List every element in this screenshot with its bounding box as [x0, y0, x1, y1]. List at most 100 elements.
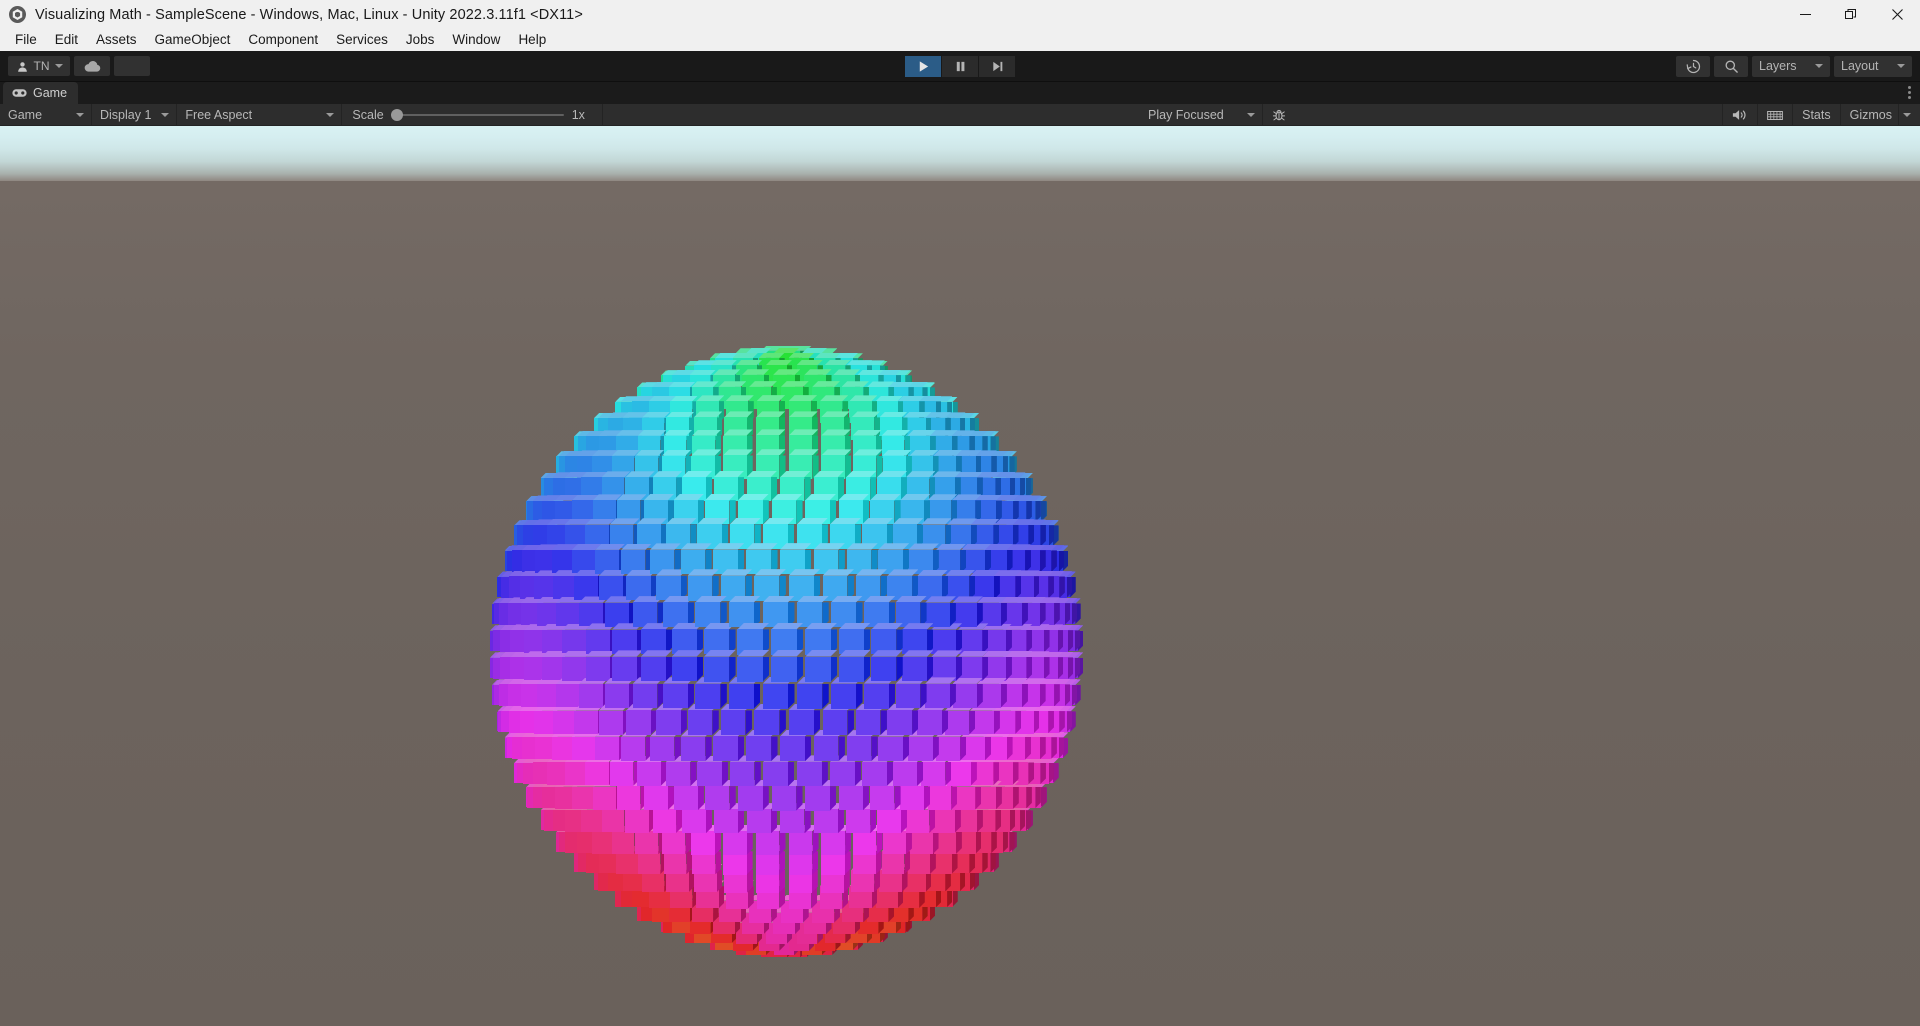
cube-face-front — [878, 736, 903, 762]
cube-face-front — [643, 786, 668, 811]
cube-face-front — [621, 736, 646, 761]
extra-toolbar-button[interactable] — [114, 56, 150, 76]
scene-cube — [917, 704, 949, 735]
tab-game-label: Game — [33, 86, 68, 100]
play-mode-dropdown[interactable]: Play Focused — [1140, 104, 1262, 126]
cube-face-side — [912, 710, 919, 735]
gizmos-dropdown[interactable] — [1898, 104, 1920, 126]
cube-face-side — [1033, 710, 1040, 734]
mute-audio-button[interactable] — [1722, 104, 1757, 126]
layout-label: Layout — [1841, 59, 1879, 73]
bug-icon — [1272, 109, 1286, 120]
aspect-ratio-label: Free Aspect — [185, 107, 253, 122]
cube-face-front — [611, 831, 635, 854]
menu-item-edit[interactable]: Edit — [46, 29, 87, 51]
scene-cube — [952, 596, 983, 627]
cube-face-side — [1020, 810, 1026, 832]
game-view-toolbar: Game Display 1 Free Aspect Scale 1x Play… — [0, 103, 1920, 126]
cube-face-side — [995, 809, 1002, 832]
scale-slider-handle[interactable] — [390, 108, 403, 121]
layers-dropdown[interactable]: Layers — [1752, 55, 1830, 77]
scene-cube — [831, 677, 863, 709]
restore-button[interactable] — [1828, 0, 1874, 29]
cube-face-side — [1002, 831, 1008, 853]
kebab-menu-icon — [1908, 96, 1911, 99]
cube-face-side — [762, 656, 770, 682]
cube-face-side — [1040, 550, 1046, 573]
search-button[interactable] — [1714, 55, 1748, 77]
cube-face-side — [970, 762, 977, 786]
menu-item-gameobject[interactable]: GameObject — [146, 29, 240, 51]
scene-cube — [737, 649, 770, 682]
cube-face-side — [685, 831, 692, 855]
cube-face-side — [705, 809, 713, 834]
cube-face-side — [880, 710, 887, 735]
stats-button[interactable]: Stats — [1792, 104, 1840, 126]
scene-cube — [771, 649, 804, 682]
cube-face-side — [829, 786, 837, 811]
debug-button[interactable] — [1262, 103, 1295, 126]
panel-overflow-menu[interactable] — [1908, 86, 1911, 99]
cube-face-side — [1026, 629, 1033, 654]
cube-face-side — [779, 831, 786, 855]
cube-face-front — [581, 809, 604, 833]
cube-face-side — [737, 736, 745, 762]
cube-face-side — [1048, 710, 1054, 734]
cube-face-side — [862, 786, 870, 811]
cube-face-front — [877, 809, 901, 834]
cloud-button[interactable] — [74, 56, 110, 76]
menu-item-assets[interactable]: Assets — [87, 29, 146, 51]
pause-button[interactable] — [942, 55, 978, 77]
cube-face-front — [852, 851, 876, 875]
display-dropdown[interactable]: Display 1 — [92, 103, 178, 126]
cube-face-front — [640, 656, 666, 682]
menu-item-jobs[interactable]: Jobs — [397, 29, 444, 51]
cube-face-front — [712, 736, 738, 762]
menu-item-window[interactable]: Window — [443, 29, 509, 51]
aspect-ratio-dropdown[interactable]: Free Aspect — [177, 103, 343, 126]
step-button[interactable] — [979, 55, 1015, 77]
cube-face-side — [1057, 630, 1064, 653]
person-icon — [17, 61, 27, 72]
close-button[interactable] — [1874, 0, 1920, 29]
gizmos-button[interactable]: Gizmos — [1839, 104, 1898, 126]
cube-face-front — [805, 656, 831, 682]
game-view-render[interactable] — [0, 126, 1920, 1026]
cube-face-side — [746, 831, 753, 855]
cube-face-side — [991, 831, 997, 853]
cube-face-front — [650, 736, 675, 761]
cube-face-side — [787, 761, 795, 787]
cube-face-front — [830, 761, 855, 787]
grid-toggle-button[interactable] — [1757, 104, 1792, 126]
scene-cube — [805, 649, 838, 682]
menu-item-file[interactable]: File — [6, 29, 46, 51]
layout-dropdown[interactable]: Layout — [1834, 55, 1912, 77]
cube-face-front — [663, 683, 688, 709]
cube-face-front — [625, 809, 649, 833]
cube-face-front — [780, 736, 805, 762]
chevron-down-icon — [54, 64, 63, 68]
cube-face-front — [909, 831, 933, 855]
play-button[interactable] — [905, 55, 941, 77]
menu-item-services[interactable]: Services — [327, 29, 397, 51]
tab-game[interactable]: Game — [3, 82, 79, 104]
cube-face-front — [662, 831, 686, 855]
account-button[interactable]: TN — [8, 56, 70, 76]
cube-face-side — [920, 683, 927, 709]
cube-face-front — [755, 831, 780, 855]
scale-slider[interactable] — [390, 108, 564, 121]
history-icon — [1686, 59, 1700, 73]
game-view-dropdown[interactable]: Game — [0, 103, 92, 126]
history-button[interactable] — [1676, 55, 1710, 77]
cube-face-side — [1057, 657, 1064, 680]
menu-item-help[interactable]: Help — [509, 29, 555, 51]
cube-face-side — [969, 870, 975, 891]
cube-face-front — [788, 710, 814, 736]
cube-face-front — [738, 786, 763, 811]
menu-item-component[interactable]: Component — [239, 29, 327, 51]
cube-face-side — [712, 710, 719, 735]
layers-label: Layers — [1759, 59, 1797, 73]
cube-face-side — [1015, 710, 1022, 734]
minimize-button[interactable] — [1782, 0, 1828, 29]
cube-face-side — [929, 809, 936, 833]
